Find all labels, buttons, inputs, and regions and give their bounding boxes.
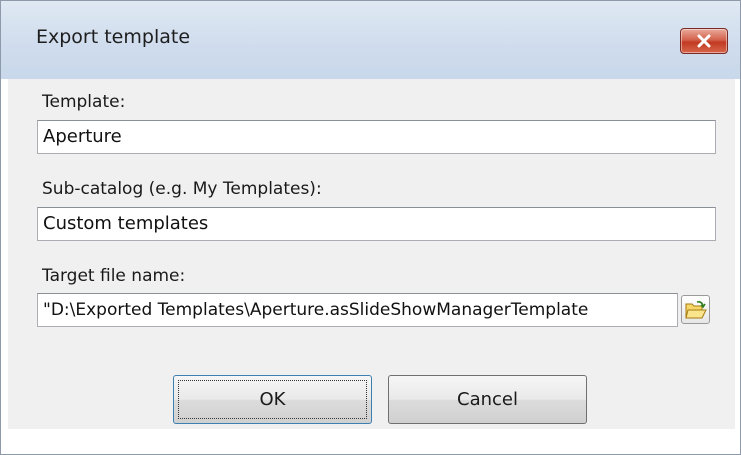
template-field[interactable]: Aperture bbox=[37, 120, 716, 154]
subcatalog-field[interactable]: Custom templates bbox=[37, 207, 716, 241]
dialog-title: Export template bbox=[36, 26, 191, 48]
subcatalog-label: Sub-catalog (e.g. My Templates): bbox=[42, 179, 322, 199]
close-icon bbox=[697, 34, 711, 48]
open-folder-icon bbox=[685, 301, 707, 319]
close-button[interactable] bbox=[680, 28, 728, 54]
cancel-button-label: Cancel bbox=[457, 389, 518, 410]
title-bar[interactable]: Export template bbox=[1, 1, 740, 79]
target-file-field[interactable]: "D:\Exported Templates\Aperture.asSlideS… bbox=[37, 293, 678, 327]
ok-button[interactable]: OK bbox=[173, 375, 372, 424]
cancel-button[interactable]: Cancel bbox=[388, 375, 587, 424]
ok-button-label: OK bbox=[259, 389, 286, 410]
template-label: Template: bbox=[42, 92, 126, 112]
browse-button[interactable] bbox=[681, 295, 710, 324]
target-file-label: Target file name: bbox=[42, 266, 186, 286]
export-template-dialog: Export template Template: Aperture Sub-c… bbox=[0, 0, 741, 455]
